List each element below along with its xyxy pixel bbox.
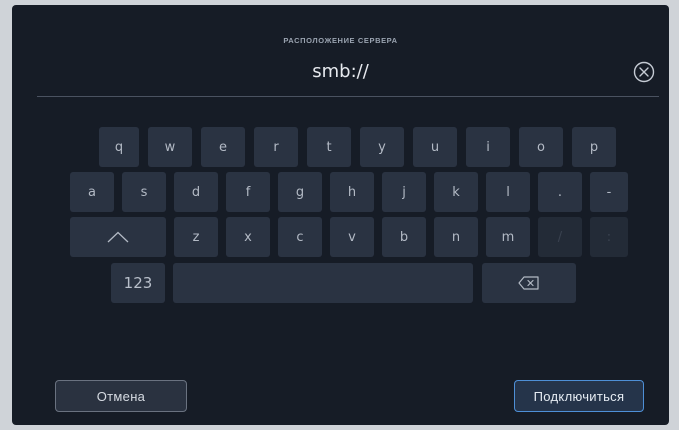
key-z[interactable]: z <box>174 217 218 257</box>
close-circle-icon <box>633 61 655 83</box>
key-u[interactable]: u <box>413 127 457 167</box>
numbers-key[interactable]: 123 <box>111 263 165 303</box>
key-s[interactable]: s <box>122 172 166 212</box>
backspace-key[interactable] <box>482 263 576 303</box>
server-url-field[interactable]: smb:// <box>12 61 669 82</box>
clear-button[interactable] <box>632 60 656 84</box>
key-p[interactable]: p <box>572 127 616 167</box>
key-l[interactable]: l <box>486 172 530 212</box>
key-f[interactable]: f <box>226 172 270 212</box>
key-r[interactable]: r <box>254 127 298 167</box>
key-e[interactable]: e <box>201 127 245 167</box>
key-slash[interactable]: / <box>538 217 582 257</box>
divider <box>37 96 659 97</box>
key-q[interactable]: q <box>99 127 139 167</box>
server-location-dialog: РАСПОЛОЖЕНИЕ СЕРВЕРА smb:// q w e r t y … <box>12 5 669 425</box>
key-k[interactable]: k <box>434 172 478 212</box>
key-y[interactable]: y <box>360 127 404 167</box>
key-m[interactable]: m <box>486 217 530 257</box>
key-t[interactable]: t <box>307 127 351 167</box>
shift-key[interactable] <box>70 217 166 257</box>
space-key[interactable] <box>173 263 473 303</box>
key-h[interactable]: h <box>330 172 374 212</box>
key-period[interactable]: . <box>538 172 582 212</box>
cancel-button[interactable]: Отмена <box>55 380 187 412</box>
key-x[interactable]: x <box>226 217 270 257</box>
key-g[interactable]: g <box>278 172 322 212</box>
key-j[interactable]: j <box>382 172 426 212</box>
key-i[interactable]: i <box>466 127 510 167</box>
key-n[interactable]: n <box>434 217 478 257</box>
key-b[interactable]: b <box>382 217 426 257</box>
connect-button[interactable]: Подключиться <box>514 380 644 412</box>
key-dash[interactable]: - <box>590 172 628 212</box>
key-w[interactable]: w <box>148 127 192 167</box>
backspace-icon <box>518 276 539 290</box>
key-d[interactable]: d <box>174 172 218 212</box>
key-o[interactable]: o <box>519 127 563 167</box>
key-a[interactable]: a <box>70 172 114 212</box>
key-c[interactable]: c <box>278 217 322 257</box>
key-colon[interactable]: : <box>590 217 628 257</box>
dialog-title: РАСПОЛОЖЕНИЕ СЕРВЕРА <box>283 36 398 45</box>
key-v[interactable]: v <box>330 217 374 257</box>
caret-up-icon <box>107 231 129 243</box>
